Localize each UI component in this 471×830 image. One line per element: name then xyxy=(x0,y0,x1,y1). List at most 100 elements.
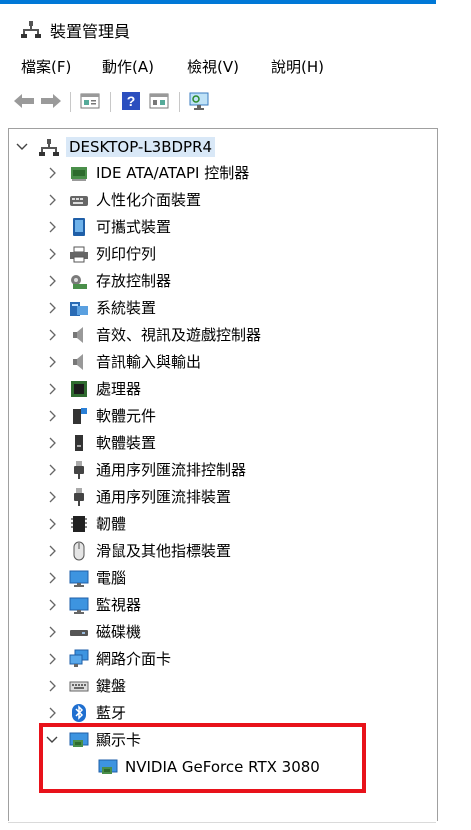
tree-item-label: 音效、視訊及遊戲控制器 xyxy=(96,326,262,344)
tree-item-print-queue[interactable]: 列印佇列 xyxy=(45,241,156,267)
chevron-right-icon[interactable] xyxy=(45,247,59,261)
chevron-down-icon[interactable] xyxy=(45,733,59,747)
tree-item-storage-controller[interactable]: 存放控制器 xyxy=(45,268,171,294)
tree-item-label: 滑鼠及其他指標裝置 xyxy=(96,542,232,560)
chevron-right-icon[interactable] xyxy=(45,193,59,207)
tree-root[interactable]: DESKTOP-L3BDPR4 xyxy=(15,134,216,160)
tree-item-label: 韌體 xyxy=(96,515,127,533)
computer-tree-icon xyxy=(39,137,59,157)
forward-icon[interactable] xyxy=(39,89,63,113)
speaker-icon xyxy=(69,352,89,372)
tree-item-mice[interactable]: 滑鼠及其他指標裝置 xyxy=(45,538,231,564)
chevron-right-icon[interactable] xyxy=(45,274,59,288)
chevron-right-icon[interactable] xyxy=(45,544,59,558)
processor-icon xyxy=(69,379,89,399)
network-adapter-icon xyxy=(69,649,89,669)
chevron-right-icon[interactable] xyxy=(45,517,59,531)
tree-item-hid[interactable]: 人性化介面裝置 xyxy=(45,187,201,213)
tree-item-label: 軟體元件 xyxy=(96,407,157,425)
tree-item-gpu[interactable]: NVIDIA GeForce RTX 3080 xyxy=(98,754,320,780)
monitor-scan-icon[interactable] xyxy=(187,89,211,113)
portable-device-icon xyxy=(69,217,89,237)
tree-item-display-adapters[interactable]: 顯示卡 xyxy=(45,727,141,753)
computer-icon xyxy=(69,568,89,588)
tree-item-bluetooth[interactable]: 藍牙 xyxy=(45,700,126,726)
tree-item-label: 網路介面卡 xyxy=(96,650,172,668)
disk-drive-icon xyxy=(69,622,89,642)
ide-controller-icon xyxy=(69,163,89,183)
tree-item-label: 藍牙 xyxy=(96,704,127,722)
tree-item-software-devices[interactable]: 軟體裝置 xyxy=(45,430,156,456)
tree-item-processors[interactable]: 處理器 xyxy=(45,376,141,402)
chevron-right-icon[interactable] xyxy=(45,571,59,585)
properties-icon[interactable] xyxy=(78,89,102,113)
tree-item-label: 人性化介面裝置 xyxy=(96,191,202,209)
display-adapter-icon xyxy=(69,730,89,750)
chevron-right-icon[interactable] xyxy=(45,598,59,612)
menu-help[interactable]: 說明(H) xyxy=(271,56,324,77)
tree-item-audio-io[interactable]: 音訊輸入與輸出 xyxy=(45,349,201,375)
chevron-down-icon[interactable] xyxy=(15,140,29,154)
mouse-icon xyxy=(69,541,89,561)
tree-item-ide-ata[interactable]: IDE ATA/ATAPI 控制器 xyxy=(45,160,249,186)
chevron-right-icon[interactable] xyxy=(45,490,59,504)
firmware-icon xyxy=(69,514,89,534)
hid-icon xyxy=(69,190,89,210)
tree-item-portable[interactable]: 可攜式裝置 xyxy=(45,214,171,240)
tree-item-system-devices[interactable]: 系統裝置 xyxy=(45,295,156,321)
update-view-icon[interactable] xyxy=(147,89,171,113)
monitor-icon xyxy=(69,595,89,615)
panel-bottom-border xyxy=(8,822,436,823)
chevron-right-icon[interactable] xyxy=(45,463,59,477)
tree-item-monitors[interactable]: 監視器 xyxy=(45,592,141,618)
chevron-right-icon[interactable] xyxy=(45,652,59,666)
chevron-right-icon[interactable] xyxy=(45,679,59,693)
keyboard-icon xyxy=(69,676,89,696)
menu-file[interactable]: 檔案(F) xyxy=(21,56,71,77)
menu-action[interactable]: 動作(A) xyxy=(102,56,154,77)
tree-item-computer[interactable]: 電腦 xyxy=(45,565,126,591)
usb-icon xyxy=(69,487,89,507)
back-icon[interactable] xyxy=(12,89,36,113)
help-icon[interactable]: ? xyxy=(119,89,143,113)
tree-item-label: 可攜式裝置 xyxy=(96,218,172,236)
tree-item-network-adapters[interactable]: 網路介面卡 xyxy=(45,646,171,672)
chevron-right-icon[interactable] xyxy=(45,625,59,639)
tree-item-disk-drives[interactable]: 磁碟機 xyxy=(45,619,141,645)
chevron-right-icon[interactable] xyxy=(45,382,59,396)
chevron-right-icon[interactable] xyxy=(45,166,59,180)
tree-item-sound-video[interactable]: 音效、視訊及遊戲控制器 xyxy=(45,322,261,348)
toolbar: ? xyxy=(8,89,468,115)
chevron-right-icon[interactable] xyxy=(45,220,59,234)
menu-view[interactable]: 檢視(V) xyxy=(187,56,239,77)
toolbar-separator xyxy=(179,92,180,112)
chevron-right-icon[interactable] xyxy=(45,301,59,315)
tree-item-label: 音訊輸入與輸出 xyxy=(96,353,202,371)
chevron-right-icon[interactable] xyxy=(45,328,59,342)
chevron-right-icon[interactable] xyxy=(45,355,59,369)
usb-icon xyxy=(69,460,89,480)
device-manager-icon xyxy=(21,19,41,39)
tree-item-usb-controllers[interactable]: 通用序列匯流排控制器 xyxy=(45,457,246,483)
storage-controller-icon xyxy=(69,271,89,291)
tree-item-label: 通用序列匯流排控制器 xyxy=(96,461,247,479)
toolbar-separator xyxy=(70,92,71,112)
tree-item-label: IDE ATA/ATAPI 控制器 xyxy=(96,164,250,182)
chevron-right-icon[interactable] xyxy=(45,706,59,720)
window-title: 裝置管理員 xyxy=(50,22,131,41)
root-label: DESKTOP-L3BDPR4 xyxy=(66,137,216,157)
tree-item-label: 處理器 xyxy=(96,380,142,398)
tree-item-label: 監視器 xyxy=(96,596,142,614)
gpu-label: NVIDIA GeForce RTX 3080 xyxy=(125,758,320,776)
tree-item-software-components[interactable]: 軟體元件 xyxy=(45,403,156,429)
tree-item-usb-devices[interactable]: 通用序列匯流排裝置 xyxy=(45,484,231,510)
chevron-right-icon[interactable] xyxy=(45,436,59,450)
title-bar: 裝置管理員 xyxy=(0,4,471,48)
chevron-right-icon[interactable] xyxy=(45,409,59,423)
tree-item-label: 顯示卡 xyxy=(96,731,142,749)
tree-item-label: 列印佇列 xyxy=(96,245,157,263)
tree-item-keyboards[interactable]: 鍵盤 xyxy=(45,673,126,699)
tree-item-label: 鍵盤 xyxy=(96,677,127,695)
software-component-icon xyxy=(69,406,89,426)
tree-item-firmware[interactable]: 韌體 xyxy=(45,511,126,537)
